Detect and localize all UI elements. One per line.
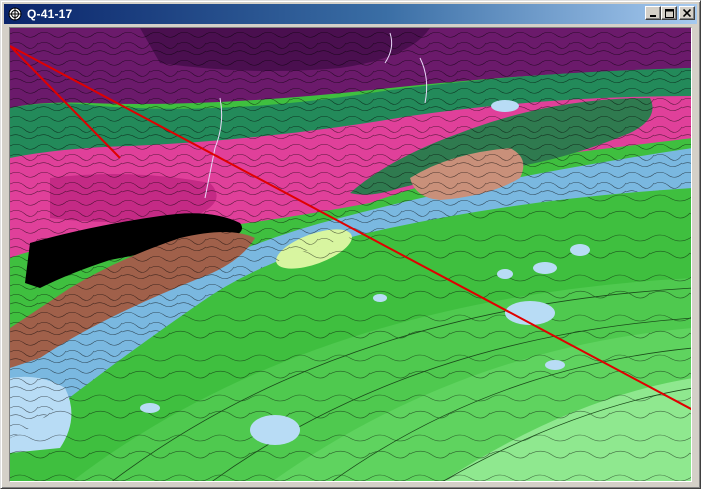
lake-8 bbox=[545, 360, 565, 370]
map-window: Q-41-17 bbox=[0, 0, 701, 489]
map-viewer-icon[interactable] bbox=[7, 6, 23, 22]
map-viewport[interactable] bbox=[9, 27, 692, 482]
window-title: Q-41-17 bbox=[27, 7, 73, 21]
lake-1 bbox=[250, 415, 300, 445]
lake-3 bbox=[533, 262, 557, 274]
window-controls bbox=[645, 6, 695, 20]
lake-9 bbox=[373, 294, 387, 302]
lake-6 bbox=[140, 403, 160, 413]
minimize-button[interactable] bbox=[645, 6, 661, 20]
minimize-icon bbox=[650, 15, 656, 17]
maximize-icon bbox=[664, 8, 674, 18]
maximize-button[interactable] bbox=[661, 6, 677, 20]
close-button[interactable] bbox=[679, 6, 695, 20]
title-bar[interactable]: Q-41-17 bbox=[4, 4, 697, 24]
lake-7 bbox=[491, 100, 519, 112]
lake-5 bbox=[497, 269, 513, 279]
close-icon bbox=[683, 9, 691, 17]
geologic-map[interactable] bbox=[10, 28, 692, 482]
lake-4 bbox=[570, 244, 590, 256]
